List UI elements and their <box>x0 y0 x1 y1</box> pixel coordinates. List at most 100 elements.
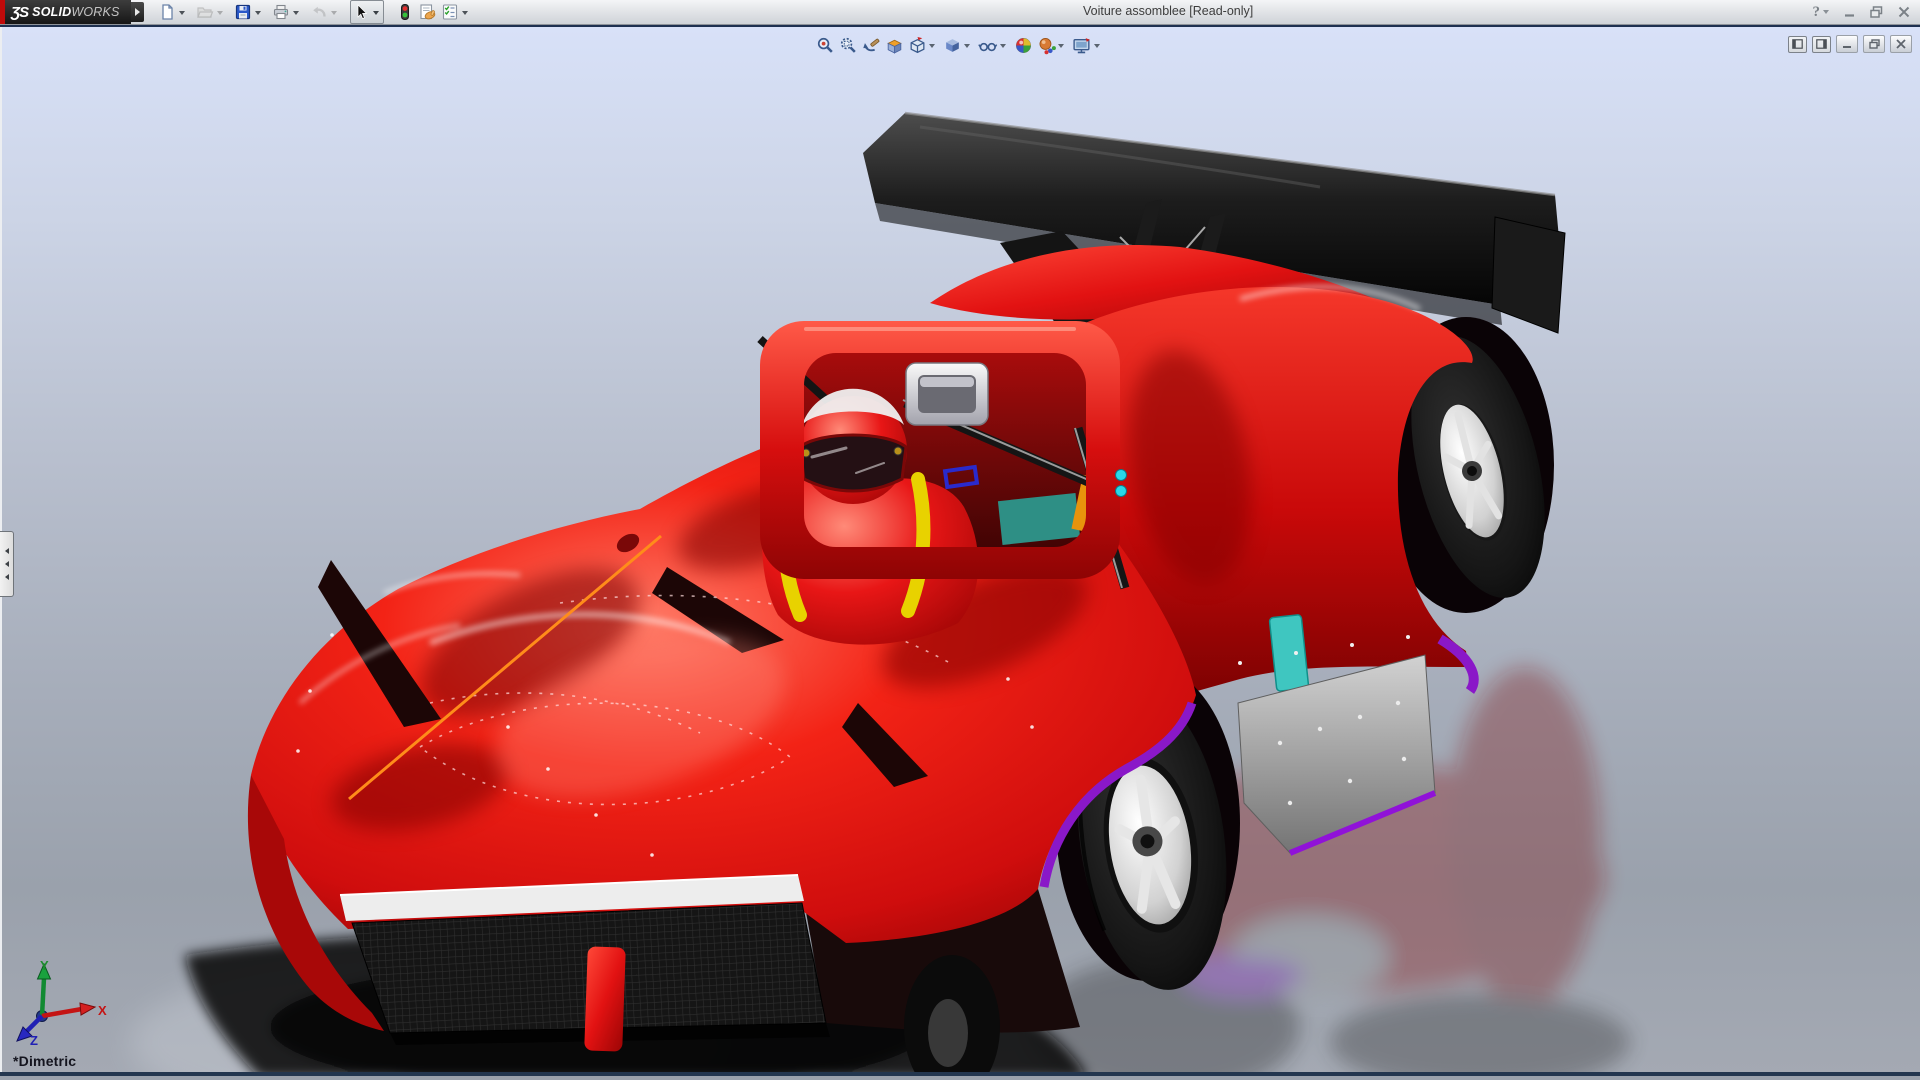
traffic-light-icon <box>396 3 414 21</box>
help-button[interactable]: ? <box>1813 4 1830 21</box>
open-button[interactable] <box>196 1 230 23</box>
screen-capture-caret[interactable] <box>1094 44 1100 48</box>
doc-close-button[interactable] <box>1890 35 1912 53</box>
solidworks-logo: ƷS SOLIDWORKS <box>5 0 131 24</box>
apply-scene-button[interactable] <box>1014 36 1033 55</box>
undo-arrow-icon <box>310 3 328 21</box>
doc-restore-icon <box>1869 39 1880 49</box>
doc-minimize-icon <box>1842 40 1852 49</box>
view-settings-icon <box>1037 36 1056 55</box>
help-dropdown-caret <box>1823 10 1829 14</box>
logo-3s-glyph: ƷS <box>11 4 28 21</box>
select-cursor-icon <box>352 3 370 21</box>
left-pane-icon <box>1792 39 1803 49</box>
section-view-button[interactable] <box>885 36 904 55</box>
standard-toolbar <box>158 0 479 24</box>
menu-flyout-button[interactable] <box>131 2 144 22</box>
restore-icon <box>1870 6 1883 18</box>
previous-view-button[interactable] <box>862 36 881 55</box>
collapse-arrow-icon <box>5 548 9 554</box>
display-style-button[interactable] <box>943 36 974 55</box>
race-car-model[interactable] <box>0 27 1920 1076</box>
options-button[interactable] <box>441 1 475 23</box>
cyan-light-2 <box>1116 486 1127 497</box>
doc-close-icon <box>1896 39 1906 49</box>
right-pane-icon <box>1816 39 1827 49</box>
new-dropdown-caret[interactable] <box>179 11 185 15</box>
title-bar: ƷS SOLIDWORKS <box>0 0 1920 25</box>
flyout-arrow-icon <box>135 8 140 16</box>
triad-x-label: X <box>98 1003 107 1018</box>
rear-view-mirror[interactable] <box>906 363 988 425</box>
hide-show-items-icon <box>978 36 998 55</box>
restore-button[interactable] <box>1870 6 1883 18</box>
zoom-to-area-icon <box>839 36 858 55</box>
screen-capture-icon <box>1072 36 1092 55</box>
undo-button[interactable] <box>310 1 344 23</box>
hide-show-items-caret[interactable] <box>1000 44 1006 48</box>
collapse-arrow-icon <box>5 561 9 567</box>
splitter-post <box>584 946 626 1051</box>
solidworks-window: { "titlebar": { "logo": { "glyph": "ƷS",… <box>0 0 1920 1080</box>
undo-dropdown-caret[interactable] <box>331 11 337 15</box>
reference-triad: Y X Z <box>10 958 110 1048</box>
triad-z-label: Z <box>30 1033 38 1048</box>
close-icon <box>1898 6 1910 18</box>
select-tool-button[interactable] <box>350 0 384 24</box>
hide-show-items-button[interactable] <box>978 36 1010 55</box>
file-properties-icon <box>418 3 437 21</box>
document-title: Voiture assomblee [Read-only] <box>1083 4 1253 18</box>
brand-solid: SOLID <box>32 5 71 19</box>
view-orientation-button[interactable] <box>908 36 939 55</box>
view-orientation-icon <box>908 36 927 55</box>
brand-works: WORKS <box>71 5 119 19</box>
doc-minimize-button[interactable] <box>1836 35 1858 53</box>
minimize-icon <box>1844 7 1855 18</box>
view-settings-caret[interactable] <box>1058 44 1064 48</box>
open-dropdown-caret[interactable] <box>217 11 223 15</box>
view-orientation-label: *Dimetric <box>13 1053 76 1069</box>
options-checklist-icon <box>441 3 459 21</box>
helmet-visor <box>800 435 906 491</box>
save-floppy-icon <box>234 3 252 21</box>
save-dropdown-caret[interactable] <box>255 11 261 15</box>
print-dropdown-caret[interactable] <box>293 11 299 15</box>
close-button[interactable] <box>1898 6 1910 18</box>
select-dropdown-caret[interactable] <box>373 11 379 15</box>
triad-y-label: Y <box>40 958 49 973</box>
new-document-icon <box>158 3 176 21</box>
heads-up-view-toolbar <box>814 36 1106 55</box>
seat-teal <box>998 493 1080 545</box>
graphics-viewport[interactable]: Y X Z *Dimetric <box>0 25 1920 1076</box>
screen-capture-button[interactable] <box>1072 36 1104 55</box>
collapse-arrow-icon <box>5 574 9 580</box>
section-view-icon <box>885 36 904 55</box>
options-dropdown-caret[interactable] <box>462 11 468 15</box>
printer-icon <box>272 3 290 21</box>
open-folder-icon <box>196 3 214 21</box>
rebuild-button[interactable] <box>396 1 414 23</box>
document-window-controls <box>1788 35 1912 53</box>
zoom-to-fit-icon <box>816 36 835 55</box>
display-style-caret[interactable] <box>964 44 970 48</box>
doc-restore-button[interactable] <box>1863 35 1885 53</box>
new-document-button[interactable] <box>158 1 192 23</box>
file-properties-button[interactable] <box>418 1 437 23</box>
view-orientation-caret[interactable] <box>929 44 935 48</box>
zoom-to-area-button[interactable] <box>839 36 858 55</box>
cyan-light-1 <box>1116 470 1127 481</box>
side-window-teal[interactable] <box>1269 615 1309 692</box>
print-button[interactable] <box>272 1 306 23</box>
show-left-pane-button[interactable] <box>1788 36 1807 53</box>
feature-manager-collapsed-tab[interactable] <box>0 531 14 597</box>
save-button[interactable] <box>234 1 268 23</box>
apply-scene-icon <box>1014 36 1033 55</box>
show-right-pane-button[interactable] <box>1812 36 1831 53</box>
zoom-to-fit-button[interactable] <box>816 36 835 55</box>
previous-view-icon <box>862 36 881 55</box>
viewport-bottom-border <box>0 1072 1920 1076</box>
window-controls: ? <box>1813 0 1911 24</box>
minimize-button[interactable] <box>1844 7 1855 18</box>
view-settings-button[interactable] <box>1037 36 1068 55</box>
display-style-icon <box>943 36 962 55</box>
